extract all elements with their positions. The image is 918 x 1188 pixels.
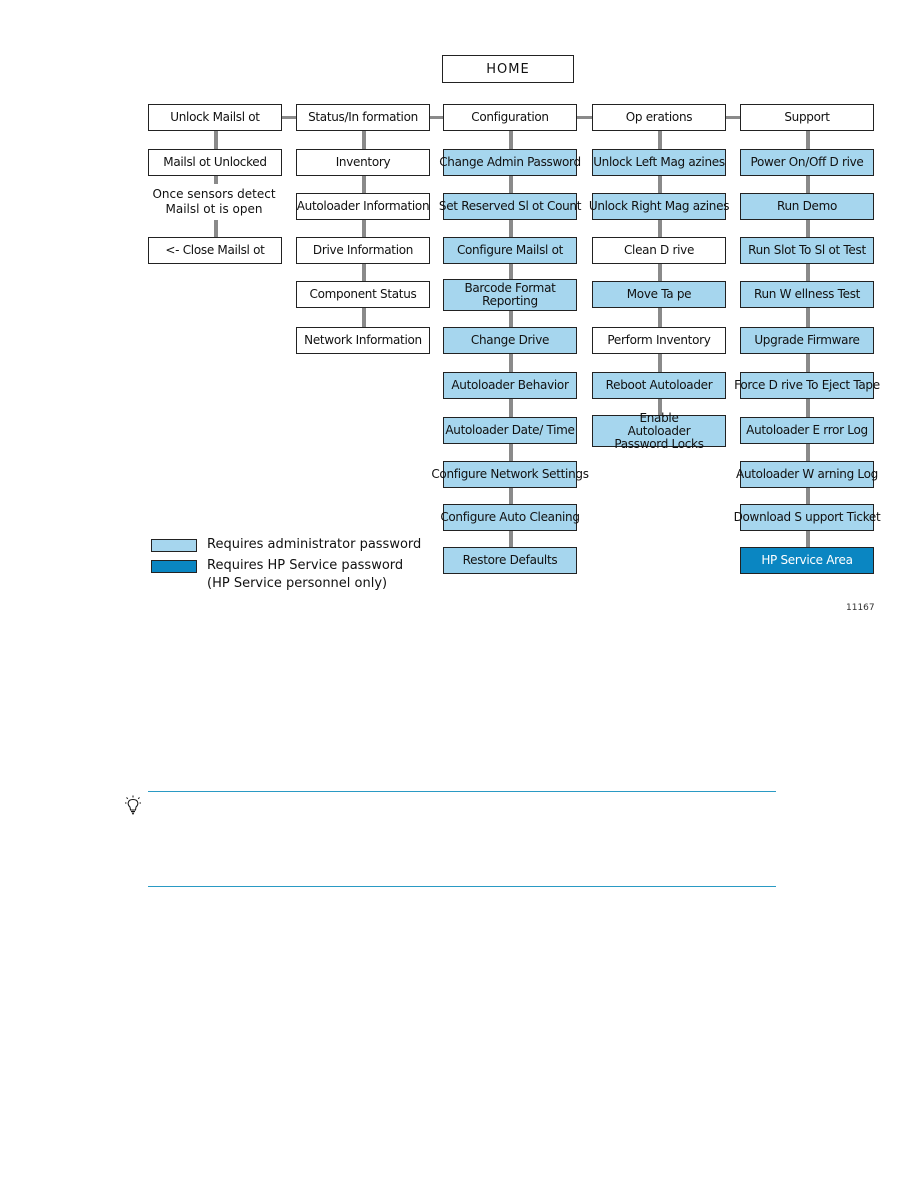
connector-horizontal xyxy=(726,116,740,119)
legend-hp-sublabel: (HP Service personnel only) xyxy=(207,576,388,591)
menu-item-autoloader-information[interactable]: Autoloader Information xyxy=(296,193,430,220)
legend-admin-label: Requires administrator password xyxy=(207,537,422,552)
menu-item-configure-mailsl-ot[interactable]: Configure Mailsl ot xyxy=(443,237,577,264)
legend-admin-swatch xyxy=(151,539,197,552)
menu-item-run-w-ellness-test[interactable]: Run W ellness Test xyxy=(740,281,874,308)
menu-item-configure-network-settings[interactable]: Configure Network Settings xyxy=(431,461,589,488)
menu-item-force-d-rive-to-eject-tape[interactable]: Force D rive To Eject Tape xyxy=(734,372,880,399)
menu-header-status-in-formation[interactable]: Status/In formation xyxy=(296,104,430,131)
menu-header-unlock-mailsl-ot[interactable]: Unlock Mailsl ot xyxy=(148,104,282,131)
menu-item-autoloader-w-arning-log[interactable]: Autoloader W arning Log xyxy=(736,461,878,488)
menu-item-upgrade-firmware[interactable]: Upgrade Firmware xyxy=(740,327,874,354)
menu-item-drive-information[interactable]: Drive Information xyxy=(296,237,430,264)
menu-item-autoloader-behavior[interactable]: Autoloader Behavior xyxy=(443,372,577,399)
menu-item-run-demo[interactable]: Run Demo xyxy=(740,193,874,220)
menu-item-download-s-upport-ticket[interactable]: Download S upport Ticket xyxy=(734,504,881,531)
menu-item-change-admin-password[interactable]: Change Admin Password xyxy=(439,149,581,176)
menu-item-inventory[interactable]: Inventory xyxy=(296,149,430,176)
figure-number: 11167 xyxy=(846,603,875,613)
menu-item-perform-inventory[interactable]: Perform Inventory xyxy=(592,327,726,354)
menu-item-enable-autoloader-password-locks[interactable]: Enable Autoloader Password Locks xyxy=(592,411,726,450)
menu-header-support[interactable]: Support xyxy=(740,104,874,131)
menu-item-reboot-autoloader[interactable]: Reboot Autoloader xyxy=(592,372,726,399)
menu-item-clean-d-rive[interactable]: Clean D rive xyxy=(592,237,726,264)
menu-item-change-drive[interactable]: Change Drive xyxy=(443,327,577,354)
menu-item-hp-service-area[interactable]: HP Service Area xyxy=(740,547,874,574)
legend-hp-label: Requires HP Service password xyxy=(207,558,404,573)
menu-header-op-erations[interactable]: Op erations xyxy=(592,104,726,131)
lightbulb-icon xyxy=(125,795,141,815)
menu-item-unlock-left-mag-azines[interactable]: Unlock Left Mag azines xyxy=(592,149,726,176)
mailslot-note: Once sensors detect Mailsl ot is open xyxy=(152,187,276,216)
connector-horizontal xyxy=(430,116,443,119)
menu-item-restore-defaults[interactable]: Restore Defaults xyxy=(443,547,577,574)
menu-item-autoloader-e-rror-log[interactable]: Autoloader E rror Log xyxy=(740,417,874,444)
legend-hp-swatch xyxy=(151,560,197,573)
menu-item-component-status[interactable]: Component Status xyxy=(296,281,430,308)
menu-item-run-slot-to-sl-ot-test[interactable]: Run Slot To Sl ot Test xyxy=(740,237,874,264)
menu-item-configure-auto-cleaning[interactable]: Configure Auto Cleaning xyxy=(440,504,580,531)
tip-rule-bottom xyxy=(148,886,776,887)
menu-item-set-reserved-sl-ot-count[interactable]: Set Reserved Sl ot Count xyxy=(439,193,581,220)
menu-item-power-on-off-d-rive[interactable]: Power On/Off D rive xyxy=(740,149,874,176)
menu-item-move-ta-pe[interactable]: Move Ta pe xyxy=(592,281,726,308)
menu-item-close-mailsl-ot[interactable]: <- Close Mailsl ot xyxy=(148,237,282,264)
home-node[interactable]: HOME xyxy=(442,55,574,83)
menu-item-unlock-right-mag-azines[interactable]: Unlock Right Mag azines xyxy=(589,193,729,220)
menu-item-network-information[interactable]: Network Information xyxy=(296,327,430,354)
menu-item-barcode-format-reporting[interactable]: Barcode Format Reporting xyxy=(443,279,577,311)
menu-header-configuration[interactable]: Configuration xyxy=(443,104,577,131)
menu-item-autoloader-date-time[interactable]: Autoloader Date/ Time xyxy=(443,417,577,444)
connector-horizontal xyxy=(282,116,296,119)
menu-item-mailsl-ot-unlocked[interactable]: Mailsl ot Unlocked xyxy=(148,149,282,176)
tip-rule-top xyxy=(148,791,776,792)
connector-horizontal xyxy=(577,116,592,119)
